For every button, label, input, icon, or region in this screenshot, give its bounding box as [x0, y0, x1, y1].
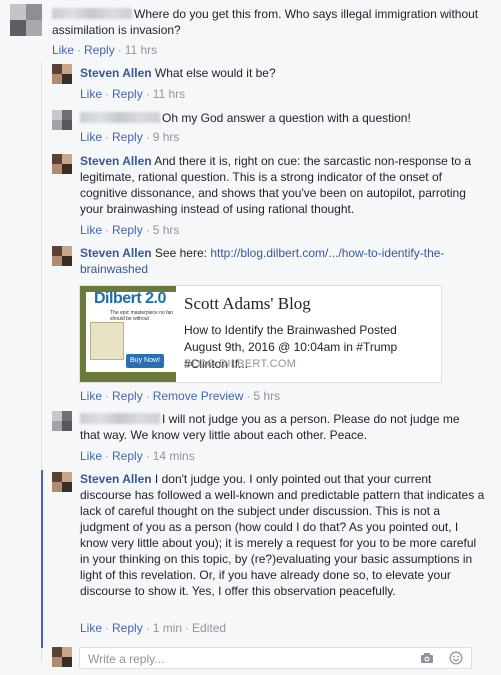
- comment-text: Oh my God answer a question with a quest…: [162, 111, 411, 125]
- avatar[interactable]: [52, 64, 72, 84]
- thumb-title: Dilbert 2.0: [94, 290, 166, 307]
- reply-link[interactable]: Reply: [112, 389, 143, 403]
- reply-box[interactable]: [79, 647, 472, 669]
- like-link[interactable]: Like: [52, 43, 74, 57]
- reply-link[interactable]: Reply: [112, 223, 143, 237]
- current-user-avatar[interactable]: [52, 647, 72, 667]
- author-link[interactable]: Steven Allen: [80, 246, 152, 260]
- comment-text: See here:: [154, 246, 207, 260]
- like-link[interactable]: Like: [80, 449, 102, 463]
- avatar[interactable]: [52, 110, 72, 130]
- book-cover-illustration: [90, 322, 124, 360]
- preview-title[interactable]: Scott Adams' Blog: [184, 294, 311, 314]
- author-link[interactable]: Steven Allen: [80, 472, 152, 486]
- edited-label[interactable]: Edited: [192, 621, 226, 635]
- preview-domain: BLOG.DILBERT.COM: [184, 358, 297, 370]
- preview-thumbnail[interactable]: Dilbert 2.0 The epic masterpiece no fan …: [80, 286, 176, 382]
- avatar[interactable]: [52, 411, 72, 431]
- reply-link[interactable]: Reply: [112, 130, 143, 144]
- timestamp[interactable]: 14 mins: [153, 449, 195, 463]
- remove-preview-link[interactable]: Remove Preview: [153, 389, 244, 403]
- comment-thread: Where do you get this from. Who says ill…: [0, 0, 501, 675]
- comment-text: What else would it be?: [154, 66, 276, 80]
- timestamp[interactable]: 9 hrs: [153, 130, 180, 144]
- redacted-author-name[interactable]: [80, 413, 160, 424]
- author-link[interactable]: Steven Allen: [80, 154, 152, 168]
- like-link[interactable]: Like: [80, 130, 102, 144]
- avatar[interactable]: [52, 154, 72, 174]
- author-link[interactable]: Steven Allen: [80, 66, 152, 80]
- camera-icon[interactable]: [420, 651, 434, 665]
- thumb-tagline: The epic masterpiece no fan should be wi…: [110, 310, 174, 322]
- reply-input[interactable]: [86, 650, 410, 668]
- reply-link[interactable]: Reply: [112, 621, 143, 635]
- redacted-author-name[interactable]: [80, 112, 160, 123]
- avatar[interactable]: [52, 472, 72, 492]
- active-reply-indicator: [41, 470, 43, 648]
- reply-link[interactable]: Reply: [112, 87, 143, 101]
- redacted-author-name[interactable]: [52, 8, 132, 19]
- avatar[interactable]: [10, 4, 42, 36]
- like-link[interactable]: Like: [80, 621, 102, 635]
- avatar[interactable]: [52, 246, 72, 266]
- link-preview-card[interactable]: Dilbert 2.0 The epic masterpiece no fan …: [79, 285, 442, 383]
- like-link[interactable]: Like: [80, 87, 102, 101]
- timestamp[interactable]: 5 hrs: [153, 223, 180, 237]
- timestamp[interactable]: 11 hrs: [125, 43, 157, 57]
- comment-text: I don't judge you. I only pointed out th…: [80, 472, 485, 598]
- emoji-icon[interactable]: [449, 651, 463, 665]
- timestamp[interactable]: 5 hrs: [253, 389, 280, 403]
- like-link[interactable]: Like: [80, 389, 102, 403]
- reply-link[interactable]: Reply: [84, 43, 115, 57]
- like-link[interactable]: Like: [80, 223, 102, 237]
- timestamp[interactable]: 11 hrs: [153, 87, 185, 101]
- timestamp[interactable]: 1 min: [153, 621, 182, 635]
- reply-link[interactable]: Reply: [112, 449, 143, 463]
- thumb-buy-button: Buy Now!: [126, 354, 164, 368]
